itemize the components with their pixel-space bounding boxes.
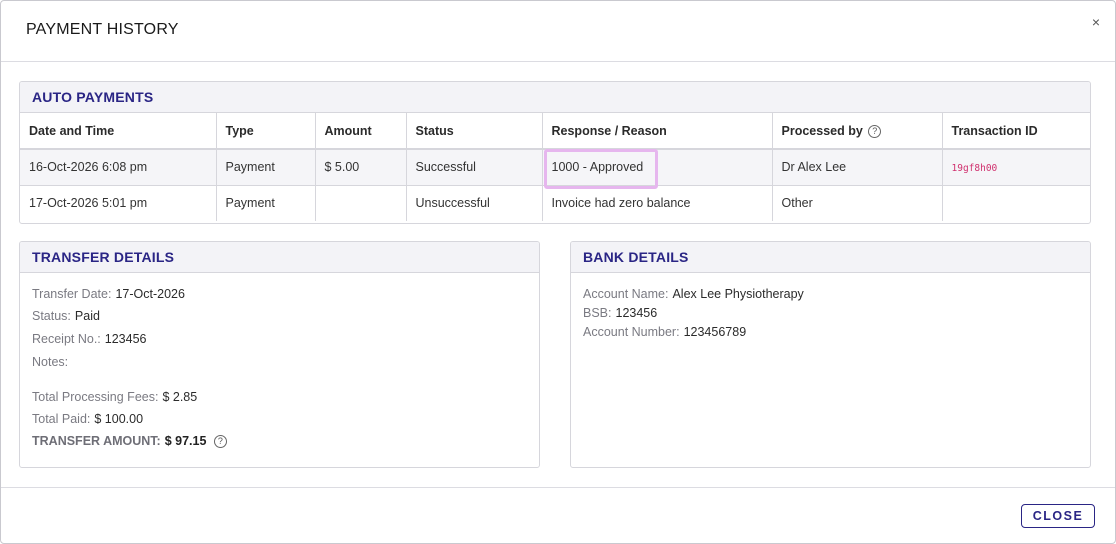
processed-by-label: Processed by: [781, 123, 863, 138]
help-icon[interactable]: ?: [868, 124, 882, 138]
notes-row: Notes:: [32, 355, 72, 369]
modal-title: PAYMENT HISTORY: [26, 21, 179, 38]
cell-type: Payment: [216, 185, 316, 221]
cell-amount: [315, 185, 407, 221]
status-value: Paid: [74, 309, 100, 323]
transfer-details-heading: TRANSFER DETAILS: [20, 242, 539, 273]
fees-label: Total Processing Fees:: [32, 390, 159, 404]
transfer-amount-value: $ 97.15: [164, 434, 207, 448]
paid-value: $ 100.00: [94, 412, 144, 426]
help-icon[interactable]: ?: [213, 435, 227, 448]
close-button[interactable]: CLOSE: [1021, 504, 1095, 528]
transaction-id: 19gf8h00: [951, 163, 998, 175]
bank-details-heading: BANK DETAILS: [571, 242, 1090, 273]
col-header-response: Response / Reason: [542, 113, 773, 150]
cell-response: 1000 - Approved: [542, 149, 773, 189]
receipt-label: Receipt No.:: [32, 332, 101, 346]
cell-processed-by: Dr Alex Lee: [772, 149, 943, 186]
transfer-date-value: 17-Oct-2026: [115, 287, 185, 301]
cell-datetime: 17-Oct-2026 5:01 pm: [20, 185, 217, 221]
table-row: 16-Oct-2026 6:08 pm Payment $ 5.00 Succe…: [20, 149, 1090, 189]
close-icon[interactable]: ×: [1092, 15, 1100, 29]
bsb-row: BSB: 123456: [583, 306, 657, 320]
notes-label: Notes:: [32, 355, 69, 369]
col-header-amount: Amount: [315, 113, 407, 150]
auto-payments-panel: AUTO PAYMENTS Date and Time Type Amount …: [19, 81, 1091, 224]
fees-row: Total Processing Fees: $ 2.85: [32, 390, 197, 404]
account-name-row: Account Name: Alex Lee Physiotherapy: [583, 287, 804, 301]
cell-status: Unsuccessful: [406, 185, 543, 221]
account-name-label: Account Name:: [583, 287, 669, 301]
col-header-transaction-id: Transaction ID: [942, 113, 1090, 150]
auto-payments-table: Date and Time Type Amount Status Respons…: [20, 113, 1090, 221]
receipt-row: Receipt No.: 123456: [32, 332, 147, 346]
cell-processed-by: Other: [772, 185, 943, 221]
cell-type: Payment: [216, 149, 316, 186]
receipt-value: 123456: [104, 332, 147, 346]
col-header-processed-by: Processed by ?: [772, 113, 943, 150]
cell-transaction-id: 19gf8h00: [942, 149, 1090, 186]
cell-datetime: 16-Oct-2026 6:08 pm: [20, 149, 217, 186]
bsb-label: BSB:: [583, 306, 612, 320]
modal-header: PAYMENT HISTORY ×: [1, 1, 1115, 62]
col-header-date-time: Date and Time: [20, 113, 217, 150]
account-name-value: Alex Lee Physiotherapy: [672, 287, 804, 301]
col-header-status: Status: [406, 113, 543, 150]
auto-payments-heading: AUTO PAYMENTS: [20, 82, 1090, 113]
paid-row: Total Paid: $ 100.00: [32, 412, 143, 426]
footer-divider: [1, 487, 1115, 488]
paid-label: Total Paid:: [32, 412, 91, 426]
response-text: 1000 - Approved: [551, 160, 644, 175]
bsb-value: 123456: [615, 306, 658, 320]
fees-value: $ 2.85: [162, 390, 198, 404]
table-row: 17-Oct-2026 5:01 pm Payment Unsuccessful…: [20, 185, 1090, 221]
account-number-row: Account Number: 123456789: [583, 325, 746, 339]
cell-response: Invoice had zero balance: [542, 185, 773, 221]
transfer-date-row: Transfer Date: 17-Oct-2026: [32, 287, 185, 301]
transfer-amount-row: TRANSFER AMOUNT: $ 97.15 ?: [32, 434, 227, 448]
transfer-date-label: Transfer Date:: [32, 287, 112, 301]
table-header-row: Date and Time Type Amount Status Respons…: [20, 113, 1090, 150]
status-row: Status: Paid: [32, 309, 100, 323]
status-label: Status:: [32, 309, 71, 323]
col-header-type: Type: [216, 113, 316, 150]
bank-details-panel: BANK DETAILS Account Name: Alex Lee Physi…: [570, 241, 1091, 468]
cell-amount: $ 5.00: [315, 149, 407, 186]
transfer-details-panel: TRANSFER DETAILS Transfer Date: 17-Oct-20…: [19, 241, 540, 468]
cell-transaction-id: [942, 185, 1090, 221]
account-number-value: 123456789: [683, 325, 747, 339]
payment-history-modal: PAYMENT HISTORY × AUTO PAYMENTS Date and…: [0, 0, 1116, 544]
account-number-label: Account Number:: [583, 325, 680, 339]
transfer-amount-label: TRANSFER AMOUNT:: [32, 434, 161, 448]
cell-status: Successful: [406, 149, 543, 186]
